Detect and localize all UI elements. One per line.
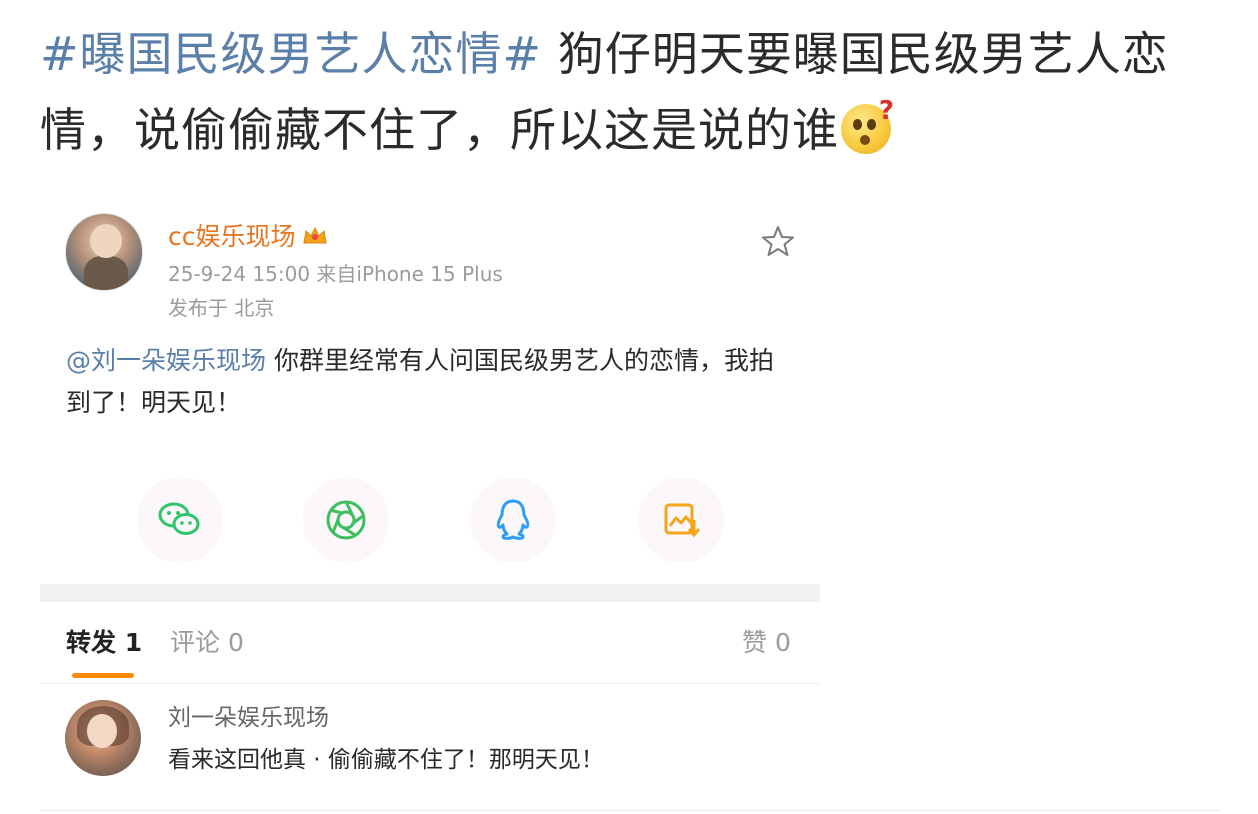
author-avatar[interactable]	[65, 213, 143, 291]
repost-user-name[interactable]: 刘一朵娱乐现场	[168, 702, 329, 734]
surprised-emoji-icon: ?	[841, 98, 894, 154]
save-image-icon	[664, 503, 701, 538]
active-tab-indicator	[72, 673, 134, 678]
headline: #曝国民级男艺人恋情# 狗仔明天要曝国民级男艺人恋情，说偷偷藏不住了，所以这是说…	[40, 16, 1220, 168]
tab-like[interactable]: 赞 0	[742, 624, 791, 662]
repost-text: 看来这回他真 · 偷偷藏不住了！那明天见！	[168, 747, 604, 773]
moments-icon	[326, 500, 366, 540]
section-divider	[40, 584, 820, 602]
crown-icon	[302, 222, 328, 244]
share-wechat-button[interactable]	[137, 477, 223, 563]
tab-comment[interactable]: 评论 0	[170, 624, 244, 662]
weibo-post-page: #曝国民级男艺人恋情# 狗仔明天要曝国民级男艺人恋情，说偷偷藏不住了，所以这是说…	[0, 0, 1258, 814]
post-location: 发布于 北京	[168, 296, 275, 320]
wechat-icon	[158, 502, 200, 535]
share-qq-button[interactable]	[470, 477, 556, 563]
tab-divider	[40, 683, 820, 684]
share-moments-button[interactable]	[303, 477, 389, 563]
share-save-image-button[interactable]	[638, 477, 724, 563]
qq-icon	[496, 499, 530, 540]
favorite-star-icon[interactable]	[760, 223, 796, 259]
repost-user-avatar[interactable]	[65, 700, 141, 776]
hashtag-link[interactable]: #曝国民级男艺人恋情#	[40, 27, 542, 81]
post-datetime-source: 25-9-24 15:00 来自iPhone 15 Plus	[168, 262, 503, 286]
mention-link[interactable]: @刘一朵娱乐现场	[66, 346, 266, 375]
author-name-text[interactable]: cc娱乐现场	[168, 222, 296, 251]
tab-repost[interactable]: 转发 1	[66, 624, 142, 662]
list-divider	[40, 810, 1220, 811]
author-name[interactable]: cc娱乐现场	[168, 220, 328, 254]
post-body: @刘一朵娱乐现场 你群里经常有人问国民级男艺人的恋情，我拍到了！明天见！	[66, 340, 796, 424]
